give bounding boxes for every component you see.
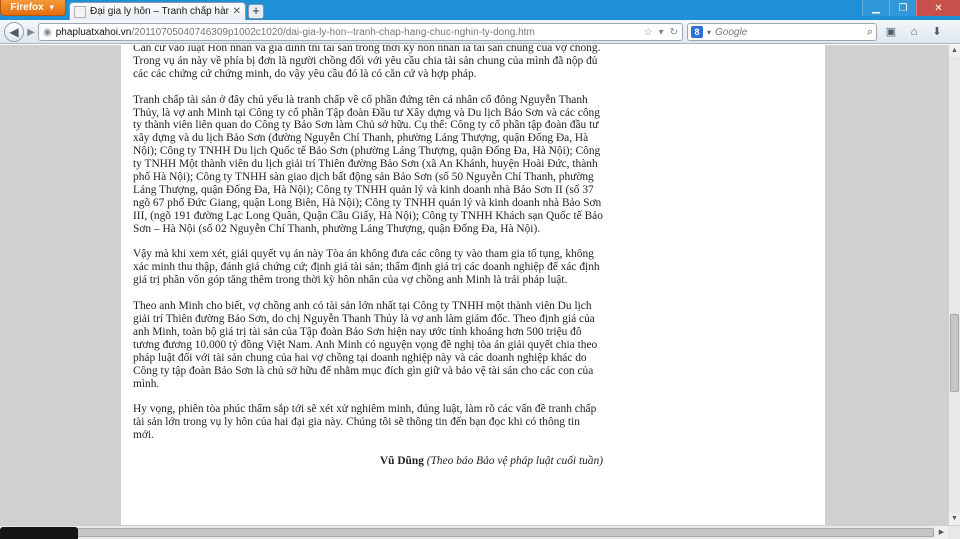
toolbar-icons: ▣ ⌂ ⬇	[882, 24, 946, 40]
navigation-toolbar: ◀ ▶ ◉ phapluatxahoi.vn/20110705040746309…	[0, 20, 960, 44]
taskbar-edge	[0, 527, 78, 539]
minimize-button[interactable]: ▁	[862, 0, 889, 16]
search-bar: 8 ▾ ⌕	[687, 23, 877, 41]
horizontal-scrollbar-thumb[interactable]	[14, 528, 934, 537]
globe-icon: ◉	[43, 26, 52, 38]
horizontal-scrollbar[interactable]: ◀ ▶	[0, 525, 960, 539]
article-paragraph: Tranh chấp tài sản ở đây chủ yếu là tran…	[133, 93, 603, 235]
search-icon[interactable]: ⌕	[867, 26, 873, 39]
star-icon[interactable]: ☆	[644, 27, 653, 38]
restore-button[interactable]: ❐	[889, 0, 916, 16]
address-text[interactable]: phapluatxahoi.vn/20110705040746309p1002c…	[56, 27, 640, 38]
window-controls: ▁ ❐ ✕	[862, 0, 960, 16]
author-name: Vũ Dũng	[379, 454, 424, 467]
dropdown-arrow-icon[interactable]: ▾	[659, 27, 664, 38]
tab-title: Đại gia ly hôn – Tranh chấp hàng chục n.…	[90, 6, 229, 17]
page-content: Căn cứ vào luật Hôn nhân và gia đình thì…	[121, 45, 825, 525]
article-paragraph: Vậy mà khi xem xét, giải quyết vụ án này…	[133, 248, 600, 287]
google-icon[interactable]: 8	[691, 26, 703, 38]
chevron-down-icon[interactable]: ▾	[707, 28, 711, 37]
forward-button[interactable]: ▶	[24, 26, 38, 39]
back-button[interactable]: ◀	[4, 22, 24, 42]
vertical-scrollbar-thumb[interactable]	[950, 314, 959, 393]
address-bar[interactable]: ◉ phapluatxahoi.vn/20110705040746309p100…	[38, 23, 683, 41]
vertical-scrollbar[interactable]: ▲ ▼	[948, 45, 960, 525]
article-byline: Vũ Dũng (Theo báo Bảo vệ pháp luật cuối …	[133, 455, 603, 468]
firefox-menu-button[interactable]: Firefox ▼	[0, 0, 66, 16]
article-paragraph: Hy vọng, phiên tòa phúc thẩm sắp tới sẽ …	[133, 403, 597, 442]
close-window-button[interactable]: ✕	[916, 0, 960, 16]
firefox-menu-label: Firefox	[10, 2, 44, 13]
address-path: /20110705040746309p1002c1020/dai-gia-ly-…	[131, 26, 535, 38]
close-icon[interactable]: ✕	[233, 6, 241, 17]
scroll-down-arrow-icon[interactable]: ▼	[949, 513, 960, 525]
restore-icon: ❐	[898, 2, 908, 14]
article-paragraph: Theo anh Minh cho biết, vợ chồng anh có …	[133, 300, 598, 390]
new-tab-button[interactable]: +	[248, 4, 264, 19]
bookmarks-icon[interactable]: ▣	[882, 24, 900, 40]
reload-icon[interactable]: ↻	[670, 27, 678, 38]
chevron-down-icon: ▼	[47, 3, 56, 12]
address-bar-icons: ☆ ▾ ↻	[644, 27, 678, 38]
home-icon[interactable]: ⌂	[905, 24, 923, 40]
article-body: Căn cứ vào luật Hôn nhân và gia đình thì…	[133, 45, 603, 481]
scroll-up-arrow-icon[interactable]: ▲	[949, 45, 960, 57]
arrow-right-icon: ▶	[27, 27, 35, 38]
address-domain: phapluatxahoi.vn	[55, 26, 132, 38]
page-viewport: Căn cứ vào luật Hôn nhân và gia đình thì…	[0, 45, 948, 525]
page-favicon-icon	[74, 5, 86, 18]
close-icon: ✕	[934, 2, 943, 14]
title-bar: Firefox ▼ Đại gia ly hôn – Tranh chấp hà…	[0, 0, 960, 20]
tab-article[interactable]: Đại gia ly hôn – Tranh chấp hàng chục n.…	[69, 2, 246, 20]
article-source: (Theo báo Bảo vệ pháp luật cuối tuần)	[426, 454, 603, 467]
article-paragraph: Căn cứ vào luật Hôn nhân và gia đình thì…	[133, 45, 601, 80]
downloads-icon[interactable]: ⬇	[928, 24, 946, 40]
scroll-right-arrow-icon[interactable]: ▶	[935, 526, 948, 539]
minimize-icon: ▁	[872, 2, 880, 14]
arrow-left-icon: ◀	[9, 25, 19, 39]
search-input[interactable]	[715, 26, 863, 38]
